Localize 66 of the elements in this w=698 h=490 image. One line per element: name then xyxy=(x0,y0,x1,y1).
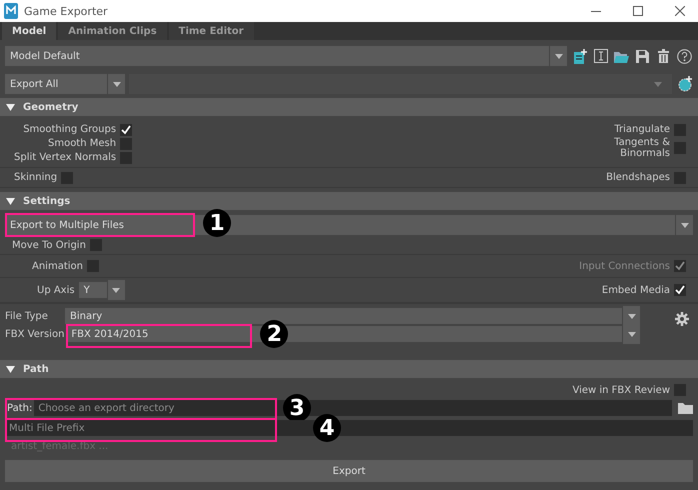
export-type-dropdown[interactable]: Export to Multiple Files xyxy=(10,220,124,230)
caret-icon xyxy=(628,332,636,336)
checkbox[interactable] xyxy=(674,142,686,154)
checkbox-label: Triangulate xyxy=(614,124,670,135)
checkbox[interactable] xyxy=(674,172,686,184)
section-header[interactable]: Geometry xyxy=(0,98,698,116)
checkbox-label: View in FBX Review xyxy=(572,384,670,396)
checkbox[interactable] xyxy=(90,239,102,251)
tab[interactable]: Model xyxy=(2,22,56,40)
section-header[interactable]: Path xyxy=(0,360,698,378)
file-type-label: File Type xyxy=(5,310,49,322)
dropdown-caret[interactable] xyxy=(622,324,640,344)
new-document-icon[interactable] xyxy=(571,48,588,64)
checkbox[interactable] xyxy=(86,260,99,272)
caret-icon xyxy=(628,314,636,318)
checkbox-label: Move To Origin xyxy=(12,240,86,250)
checkbox[interactable] xyxy=(674,124,686,136)
up-axis-label: Up Axis xyxy=(37,284,75,296)
folder-icon xyxy=(678,402,693,414)
checkbox[interactable] xyxy=(674,384,686,396)
checkbox-label: Smooth Mesh xyxy=(48,138,116,149)
settings-icon[interactable] xyxy=(673,310,690,327)
callout-badge: 2 xyxy=(260,320,288,348)
caret-icon xyxy=(680,222,688,228)
checkbox[interactable] xyxy=(120,152,132,164)
checkbox-label: Embed Media xyxy=(602,284,670,296)
callout-badge: 3 xyxy=(283,394,311,422)
fbx-version-dropdown[interactable]: FBX 2014/2015 xyxy=(71,328,148,340)
preset-dropdown[interactable]: Model Default xyxy=(10,50,80,62)
caret-icon xyxy=(112,288,120,292)
checkbox-label: Animation xyxy=(32,260,83,272)
callout-badge: 4 xyxy=(313,414,341,442)
checkbox-label: Skinning xyxy=(14,172,58,183)
app-logo-icon xyxy=(4,3,18,19)
expanded-arrow-icon xyxy=(6,366,15,372)
tab[interactable]: Time Editor xyxy=(168,22,254,40)
caret-icon xyxy=(554,54,562,58)
trash-icon[interactable] xyxy=(655,48,672,64)
up-axis-dropdown[interactable]: Y xyxy=(84,284,90,296)
callout-badge: 1 xyxy=(203,209,231,237)
dropdown-caret[interactable] xyxy=(622,306,640,326)
add-object-icon[interactable] xyxy=(676,76,693,92)
checkbox[interactable] xyxy=(61,172,74,184)
tab[interactable]: Animation Clips xyxy=(58,22,167,40)
window-title: Game Exporter xyxy=(24,4,109,18)
export-button[interactable]: Export xyxy=(5,460,693,482)
checkbox-label: Tangents & Binormals xyxy=(614,137,670,159)
checkbox-label: Input Connections xyxy=(579,260,670,272)
minimize-icon[interactable] xyxy=(591,10,601,12)
dropdown-caret[interactable] xyxy=(106,280,125,300)
expanded-arrow-icon xyxy=(6,104,15,110)
caret-icon xyxy=(654,82,662,86)
checkbox-label: Smoothing Groups xyxy=(23,124,116,135)
expanded-arrow-icon xyxy=(6,198,15,204)
section-header[interactable]: Settings xyxy=(0,192,698,210)
save-icon[interactable] xyxy=(634,48,651,64)
checkbox-label: Blendshapes xyxy=(606,172,670,183)
caret-icon xyxy=(112,82,120,86)
checkbox[interactable] xyxy=(120,138,132,150)
maximize-icon[interactable] xyxy=(633,6,643,16)
help-icon[interactable] xyxy=(676,48,693,64)
text-cursor-icon[interactable] xyxy=(592,48,609,64)
file-type-dropdown[interactable]: Binary xyxy=(70,310,102,322)
checkbox-label: Split Vertex Normals xyxy=(14,152,116,163)
fbx-version-label: FBX Version xyxy=(5,328,64,340)
close-icon[interactable] xyxy=(675,6,685,16)
